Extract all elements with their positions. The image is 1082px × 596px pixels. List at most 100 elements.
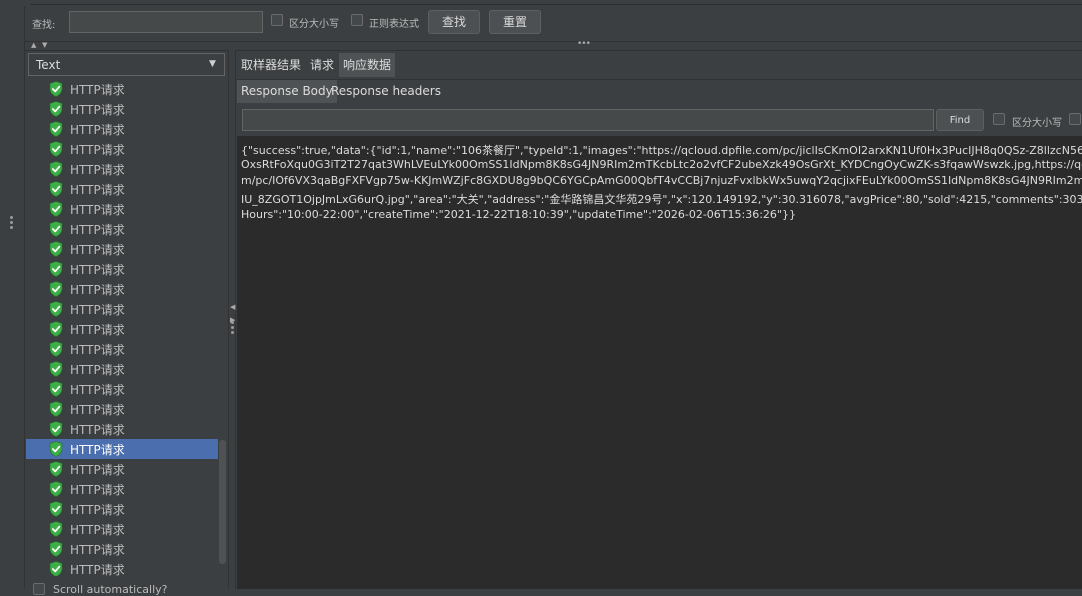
tree-item-label: HTTP请求 — [70, 183, 125, 197]
case-sensitive-label: 区分大小写 — [289, 19, 339, 30]
tree-item-label: HTTP请求 — [70, 423, 125, 437]
shield-check-icon — [49, 501, 63, 517]
shield-check-icon — [49, 121, 63, 137]
tree-item-http-request[interactable]: HTTP请求 — [26, 339, 218, 359]
tree-item-http-request[interactable]: HTTP请求 — [26, 179, 218, 199]
result-tabs: 取样器结果 请求 响应数据 — [237, 51, 1082, 77]
vertical-splitter[interactable]: ◀ ▶ — [228, 50, 236, 589]
tree-item-http-request[interactable]: HTTP请求 — [26, 359, 218, 379]
tree-item-http-request[interactable]: HTTP请求 — [26, 419, 218, 439]
tree-item-http-request[interactable]: HTTP请求 — [26, 279, 218, 299]
response-subtabs: Response Body Response headers — [237, 79, 1082, 104]
tab-request[interactable]: 请求 — [306, 53, 338, 77]
tree-item-label: HTTP请求 — [70, 103, 125, 117]
shield-check-icon — [49, 241, 63, 257]
tree-item-label: HTTP请求 — [70, 283, 125, 297]
tree-item-http-request[interactable]: HTTP请求 — [26, 519, 218, 539]
tree-item-http-request[interactable]: HTTP请求 — [26, 259, 218, 279]
find-button[interactable]: Find — [936, 109, 984, 131]
tree-item-label: HTTP请求 — [70, 163, 125, 177]
tree-item-http-request[interactable]: HTTP请求 — [26, 379, 218, 399]
gutter-drag-handle[interactable] — [10, 216, 13, 231]
find-row: Find 区分大小写 — [237, 105, 1082, 133]
tree-item-http-request[interactable]: HTTP请求 — [26, 459, 218, 479]
shield-check-icon — [49, 421, 63, 437]
tree-item-http-request[interactable]: HTTP请求 — [26, 539, 218, 559]
shield-check-icon — [49, 161, 63, 177]
tree-item-label: HTTP请求 — [70, 243, 125, 257]
case-sensitive-checkbox[interactable] — [271, 14, 283, 26]
shield-check-icon — [49, 221, 63, 237]
search-button[interactable]: 查找 — [428, 10, 480, 34]
shield-check-icon — [49, 521, 63, 537]
tree-item-label: HTTP请求 — [70, 123, 125, 137]
tree-item-label: HTTP请求 — [70, 223, 125, 237]
tree-item-label: HTTP请求 — [70, 263, 125, 277]
horizontal-splitter[interactable]: ▲ ▼ ••• — [25, 39, 1082, 51]
shield-check-icon — [49, 101, 63, 117]
reset-button[interactable]: 重置 — [489, 10, 541, 34]
collapse-up-icon[interactable]: ▲ — [31, 41, 36, 49]
splitter-grip-icon[interactable]: ••• — [577, 39, 591, 49]
tree-item-http-request[interactable]: HTTP请求 — [26, 439, 218, 459]
shield-check-icon — [49, 301, 63, 317]
search-bar: 查找: 区分大小写 正则表达式 查找 重置 — [25, 6, 1082, 40]
tree-item-http-request[interactable]: HTTP请求 — [26, 139, 218, 159]
tree-item-http-request[interactable]: HTTP请求 — [26, 399, 218, 419]
tree-item-http-request[interactable]: HTTP请求 — [26, 199, 218, 219]
tree-item-http-request[interactable]: HTTP请求 — [26, 219, 218, 239]
find-input[interactable] — [242, 109, 934, 131]
tree-item-label: HTTP请求 — [70, 83, 125, 97]
tree-item-http-request[interactable]: HTTP请求 — [26, 319, 218, 339]
tree-item-http-request[interactable]: HTTP请求 — [26, 119, 218, 139]
tab-response-body[interactable]: Response Body — [237, 80, 337, 103]
collapse-down-icon[interactable]: ▼ — [42, 41, 47, 49]
sampler-result-tree: HTTP请求 HTTP请求 HTTP请求 HTTP请求 HTTP请求 HTTP请求 HTTP… — [26, 79, 218, 580]
tree-item-label: HTTP请求 — [70, 403, 125, 417]
tree-item-label: HTTP请求 — [70, 563, 125, 577]
tree-item-http-request[interactable]: HTTP请求 — [26, 79, 218, 99]
response-body-text[interactable]: {"success":true,"data":{"id":1,"name":"1… — [237, 136, 1082, 589]
tree-scrollbar-thumb[interactable] — [219, 440, 226, 564]
tree-item-label: HTTP请求 — [70, 303, 125, 317]
shield-check-icon — [49, 401, 63, 417]
find-case-checkbox[interactable] — [993, 113, 1005, 125]
tree-item-label: HTTP请求 — [70, 343, 125, 357]
tree-item-http-request[interactable]: HTTP请求 — [26, 159, 218, 179]
search-label: 查找: — [32, 20, 56, 31]
left-gutter — [0, 0, 25, 589]
tree-item-label: HTTP请求 — [70, 503, 125, 517]
shield-check-icon — [49, 81, 63, 97]
tree-item-label: HTTP请求 — [70, 323, 125, 337]
response-line: IU_8ZGOT1OjpJmLxG6urQ.jpg","area":"大关","… — [241, 193, 1082, 206]
shield-check-icon — [49, 281, 63, 297]
find-regex-checkbox[interactable] — [1069, 113, 1081, 125]
splitter-grip-icon[interactable] — [231, 321, 234, 336]
shield-check-icon — [49, 381, 63, 397]
search-input[interactable] — [69, 11, 263, 33]
regex-checkbox[interactable] — [351, 14, 363, 26]
response-line: {"success":true,"data":{"id":1,"name":"1… — [241, 144, 1082, 157]
tree-item-http-request[interactable]: HTTP请求 — [26, 499, 218, 519]
tree-item-label: HTTP请求 — [70, 383, 125, 397]
shield-check-icon — [49, 361, 63, 377]
tab-response-headers[interactable]: Response headers — [327, 80, 445, 103]
tree-item-label: HTTP请求 — [70, 363, 125, 377]
shield-check-icon — [49, 261, 63, 277]
scroll-automatically-checkbox[interactable] — [33, 583, 45, 595]
tab-response-data[interactable]: 响应数据 — [339, 53, 396, 77]
tree-item-http-request[interactable]: HTTP请求 — [26, 479, 218, 499]
tab-sampler-result[interactable]: 取样器结果 — [237, 53, 305, 77]
tree-item-http-request[interactable]: HTTP请求 — [26, 559, 218, 579]
regex-label: 正则表达式 — [369, 19, 419, 30]
tree-item-http-request[interactable]: HTTP请求 — [26, 299, 218, 319]
tree-item-label: HTTP请求 — [70, 443, 125, 457]
renderer-select[interactable]: Text ▼ — [28, 53, 225, 76]
response-line: OxsRtFoXqu0G3iT2T27qat3WhLVEuLYk00OmSS1I… — [241, 158, 1082, 171]
collapse-left-icon[interactable]: ◀ — [230, 303, 235, 311]
tree-item-http-request[interactable]: HTTP请求 — [26, 99, 218, 119]
response-line: Hours":"10:00-22:00","createTime":"2021-… — [241, 208, 796, 221]
response-line: m/pc/IOf6VX3qaBgFXFVgp75w-KKJmWZjFc8GXDU… — [241, 174, 1082, 187]
tree-item-http-request[interactable]: HTTP请求 — [26, 239, 218, 259]
chevron-down-icon: ▼ — [209, 59, 216, 69]
